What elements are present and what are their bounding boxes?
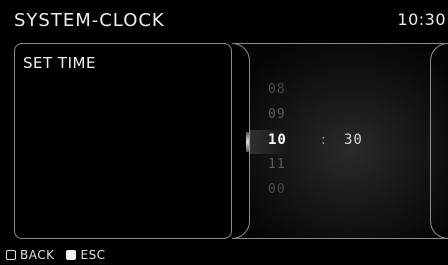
esc-hint[interactable]: ESC bbox=[66, 248, 105, 262]
page-title: SYSTEM-CLOCK bbox=[14, 10, 165, 31]
hour-option[interactable]: 11 bbox=[268, 157, 308, 172]
time-picker-panel: 08 09 10 11 00 : 30 bbox=[232, 43, 448, 239]
solid-square-icon bbox=[66, 250, 77, 260]
esc-label: ESC bbox=[80, 248, 106, 262]
hour-option[interactable]: 09 bbox=[268, 107, 308, 122]
minute-value[interactable]: 30 bbox=[344, 132, 363, 148]
time-separator: : bbox=[321, 132, 326, 148]
hollow-square-icon bbox=[6, 250, 16, 260]
header-clock: 10:30 bbox=[397, 10, 446, 29]
hour-option[interactable]: 00 bbox=[268, 182, 308, 197]
back-hint[interactable]: BACK bbox=[6, 248, 54, 262]
back-label: BACK bbox=[20, 248, 55, 262]
system-clock-screen: SYSTEM-CLOCK 10:30 SET TIME 08 09 10 11 … bbox=[0, 0, 448, 265]
hour-option-selected[interactable]: 10 bbox=[268, 132, 308, 148]
hour-option[interactable]: 08 bbox=[268, 82, 308, 97]
footer-hints: BACK ESC bbox=[6, 247, 118, 263]
set-time-label: SET TIME bbox=[23, 54, 96, 72]
selection-marker bbox=[246, 132, 249, 152]
left-panel: SET TIME bbox=[14, 43, 232, 239]
